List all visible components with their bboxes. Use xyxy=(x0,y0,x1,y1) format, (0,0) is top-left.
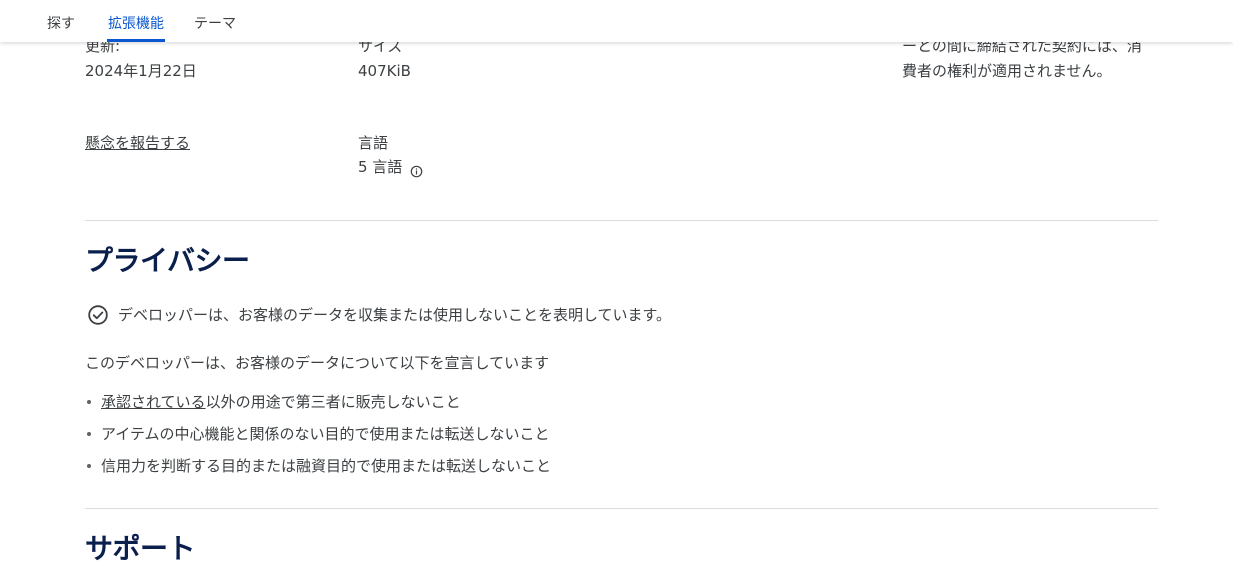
language-value-group: 5 言語 xyxy=(358,155,423,179)
privacy-declaration-list: 承認されている以外の用途で第三者に販売しないこと アイテムの中心機能と関係のない… xyxy=(86,390,551,486)
check-circle-icon xyxy=(87,304,109,326)
list-item-text: 信用力を判断する目的または融資目的で使用または転送しないこと xyxy=(101,457,552,475)
tab-extensions[interactable]: 拡張機能 xyxy=(107,13,165,42)
extension-details-page: 更新: 2024年1月22日 サイズ 407KiB ーとの間に締結された契約には… xyxy=(0,0,1233,565)
list-item: 承認されている以外の用途で第三者に販売しないこと xyxy=(86,390,551,422)
privacy-heading: プライバシー xyxy=(85,244,250,277)
updated-value: 2024年1月22日 xyxy=(85,62,197,80)
top-navigation: 探す 拡張機能 テーマ xyxy=(0,0,1233,42)
section-divider xyxy=(85,220,1158,221)
list-item: アイテムの中心機能と関係のない目的で使用または転送しないこと xyxy=(86,422,551,454)
size-value: 407KiB xyxy=(358,62,411,80)
list-item: 信用力を判断する目的または融資目的で使用または転送しないこと xyxy=(86,454,551,486)
tab-themes[interactable]: テーマ xyxy=(194,13,236,42)
list-item-text: 以外の用途で第三者に販売しないこと xyxy=(205,393,461,411)
privacy-statement-text: デベロッパーは、お客様のデータを収集または使用しないことを表明しています。 xyxy=(118,306,672,324)
support-heading: サポート xyxy=(85,532,196,565)
approved-use-link[interactable]: 承認されている xyxy=(101,393,206,411)
section-divider xyxy=(85,508,1158,509)
privacy-declaration: このデベロッパーは、お客様のデータについて以下を宣言しています xyxy=(85,354,550,372)
info-icon[interactable] xyxy=(410,161,423,177)
privacy-statement: デベロッパーは、お客様のデータを収集または使用しないことを表明しています。 xyxy=(87,304,671,326)
list-item-text: アイテムの中心機能と関係のない目的で使用または転送しないこと xyxy=(101,425,550,443)
report-concern-link[interactable]: 懸念を報告する xyxy=(85,131,190,155)
language-label: 言語 xyxy=(358,134,389,152)
tab-explore[interactable]: 探す xyxy=(47,13,75,42)
language-value: 5 言語 xyxy=(358,158,403,176)
